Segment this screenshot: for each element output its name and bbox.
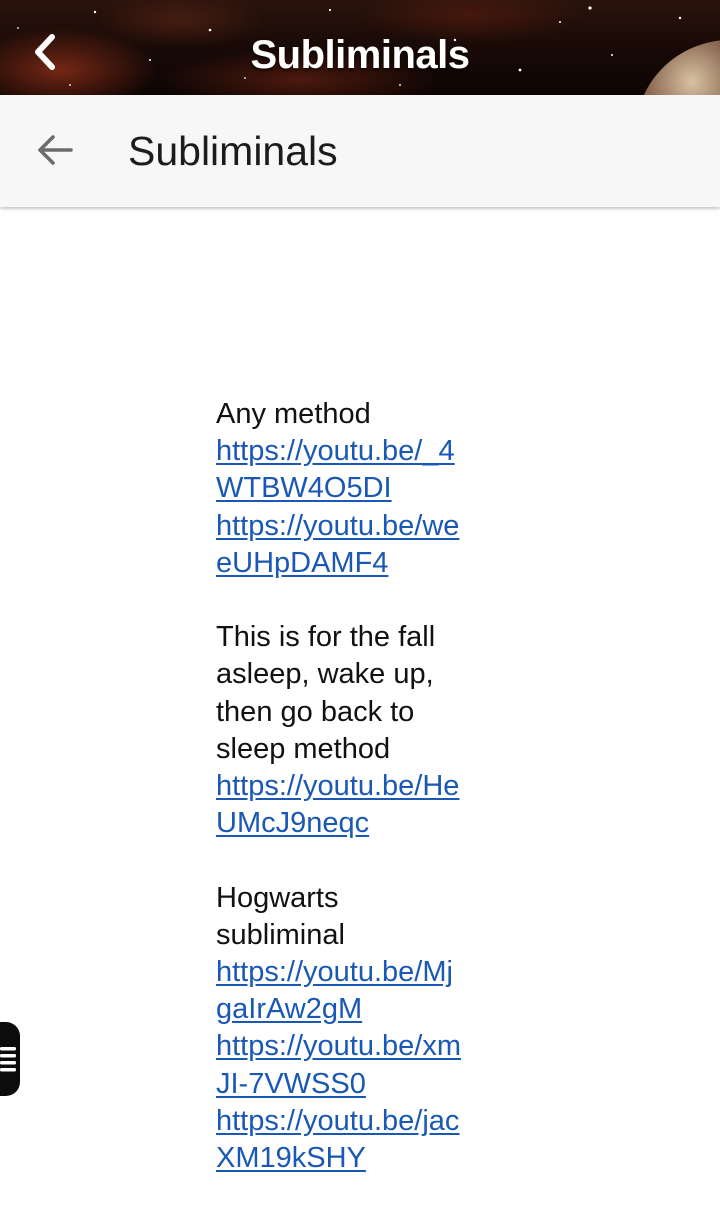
header-banner: Subliminals <box>0 0 720 95</box>
post-body: Any method https://youtu.be/_4 WTBW4O5DI… <box>216 396 516 1177</box>
side-menu-handle[interactable] <box>0 1022 20 1096</box>
back-button[interactable] <box>33 130 77 170</box>
youtube-link[interactable]: JI-7VWSS0 <box>216 1066 516 1103</box>
youtube-link[interactable]: https://youtu.be/Mj <box>216 954 516 991</box>
section-text: sleep method <box>216 732 391 765</box>
section-text: then go back to <box>216 695 415 728</box>
youtube-link[interactable]: WTBW4O5DI <box>216 470 516 507</box>
list-menu-icon <box>0 1047 16 1072</box>
youtube-link[interactable]: https://youtu.be/xm <box>216 1028 516 1065</box>
youtube-link[interactable]: gaIrAw2gM <box>216 991 516 1028</box>
section-text: Hogwarts <box>216 881 339 914</box>
section-text: asleep, wake up, <box>216 658 434 691</box>
app-bar: Subliminals <box>0 95 720 207</box>
page-title: Subliminals <box>128 128 338 174</box>
arrow-left-icon <box>38 135 73 165</box>
youtube-link[interactable]: https://youtu.be/He <box>216 768 516 805</box>
section-text: This is for the fall <box>216 621 436 654</box>
youtube-link[interactable]: https://youtu.be/we <box>216 508 516 545</box>
section-text: subliminal <box>216 918 345 951</box>
youtube-link[interactable]: https://youtu.be/jac <box>216 1103 516 1140</box>
section-heading: Any method <box>216 398 371 430</box>
banner-title: Subliminals <box>250 33 471 77</box>
youtube-link[interactable]: XM19kSHY <box>216 1140 516 1177</box>
youtube-link[interactable]: https://youtu.be/_4 <box>216 433 516 470</box>
youtube-link[interactable]: eUHpDAMF4 <box>216 545 516 582</box>
youtube-link[interactable]: UMcJ9neqc <box>216 805 516 842</box>
